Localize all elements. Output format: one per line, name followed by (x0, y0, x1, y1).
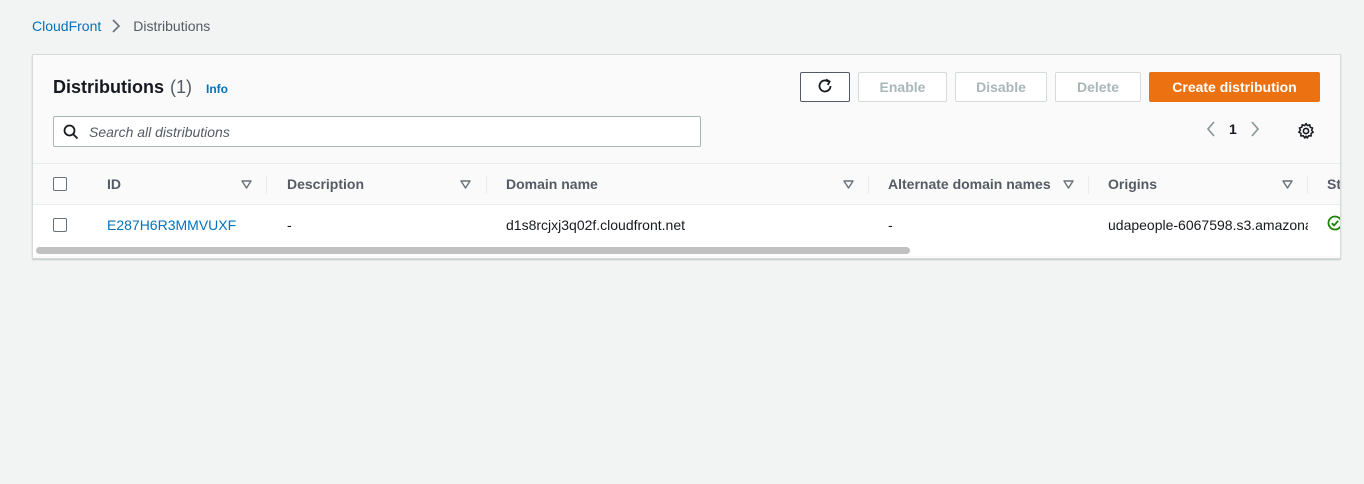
column-header-id[interactable]: ID (107, 164, 237, 204)
domain-name-cell: d1s8rcjxj3q02f.cloudfront.net (506, 216, 685, 233)
scrollbar-thumb[interactable] (36, 247, 910, 254)
search-input[interactable] (87, 122, 671, 141)
search-field[interactable] (53, 116, 701, 147)
column-header-alternate-domain-names[interactable]: Alternate domain names (888, 164, 1058, 204)
origins-cell: udapeople-6067598.s3.amazonaws.com (1108, 216, 1308, 233)
breadcrumb-current: Distributions (133, 18, 211, 34)
row-checkbox[interactable] (53, 217, 67, 232)
column-header-origins[interactable]: Origins (1108, 164, 1258, 204)
distributions-table: ID Description Domain name Alternate dom… (33, 163, 1340, 245)
column-header-domain-name[interactable]: Domain name (506, 164, 826, 204)
page-title: Distributions (1) Info (53, 77, 228, 98)
refresh-button[interactable] (800, 72, 850, 102)
page-number[interactable]: 1 (1229, 121, 1237, 137)
distribution-id-link[interactable]: E287H6R3MMVUXF (107, 205, 257, 244)
table-row[interactable]: E287H6R3MMVUXF - d1s8rcjxj3q02f.cloudfro… (33, 205, 1340, 245)
column-divider[interactable] (868, 176, 869, 194)
refresh-icon (816, 77, 834, 98)
previous-page-icon[interactable] (1201, 121, 1221, 137)
delete-button[interactable]: Delete (1055, 72, 1141, 102)
select-all-checkbox-cell (53, 164, 67, 204)
alternate-domain-cell: - (888, 216, 893, 233)
row-checkbox-cell (53, 205, 67, 244)
breadcrumb: CloudFront Distributions (32, 18, 210, 34)
column-divider[interactable] (1307, 176, 1308, 194)
distributions-panel: Distributions (1) Info Enable Disable De… (32, 54, 1341, 259)
create-distribution-button[interactable]: Create distribution (1149, 72, 1320, 102)
breadcrumb-cloudfront-link[interactable]: CloudFront (32, 18, 101, 34)
panel-header: Distributions (1) Info Enable Disable De… (33, 55, 1340, 163)
column-divider[interactable] (266, 176, 267, 194)
title-text: Distributions (53, 77, 164, 97)
distribution-count: (1) (170, 77, 192, 97)
column-divider[interactable] (486, 176, 487, 194)
column-header-description[interactable]: Description (287, 164, 447, 204)
description-cell: - (287, 216, 292, 233)
info-link[interactable]: Info (206, 82, 228, 96)
select-all-checkbox[interactable] (53, 177, 67, 191)
enable-button[interactable]: Enable (858, 72, 947, 102)
sort-icon[interactable] (241, 164, 252, 204)
table-header: ID Description Domain name Alternate dom… (33, 163, 1340, 205)
horizontal-scrollbar[interactable] (33, 244, 1340, 256)
column-divider[interactable] (1088, 176, 1089, 194)
search-icon (63, 124, 79, 140)
column-header-status[interactable]: St (1327, 164, 1340, 204)
status-cell (1327, 205, 1340, 244)
sort-icon[interactable] (460, 164, 471, 204)
next-page-icon[interactable] (1245, 121, 1265, 137)
gear-icon[interactable] (1297, 122, 1315, 140)
sort-icon[interactable] (1063, 164, 1074, 204)
sort-icon[interactable] (843, 164, 854, 204)
sort-icon[interactable] (1282, 164, 1293, 204)
disable-button[interactable]: Disable (955, 72, 1047, 102)
success-check-icon (1327, 215, 1340, 234)
pagination: 1 (1201, 121, 1265, 137)
chevron-right-icon (111, 19, 121, 33)
